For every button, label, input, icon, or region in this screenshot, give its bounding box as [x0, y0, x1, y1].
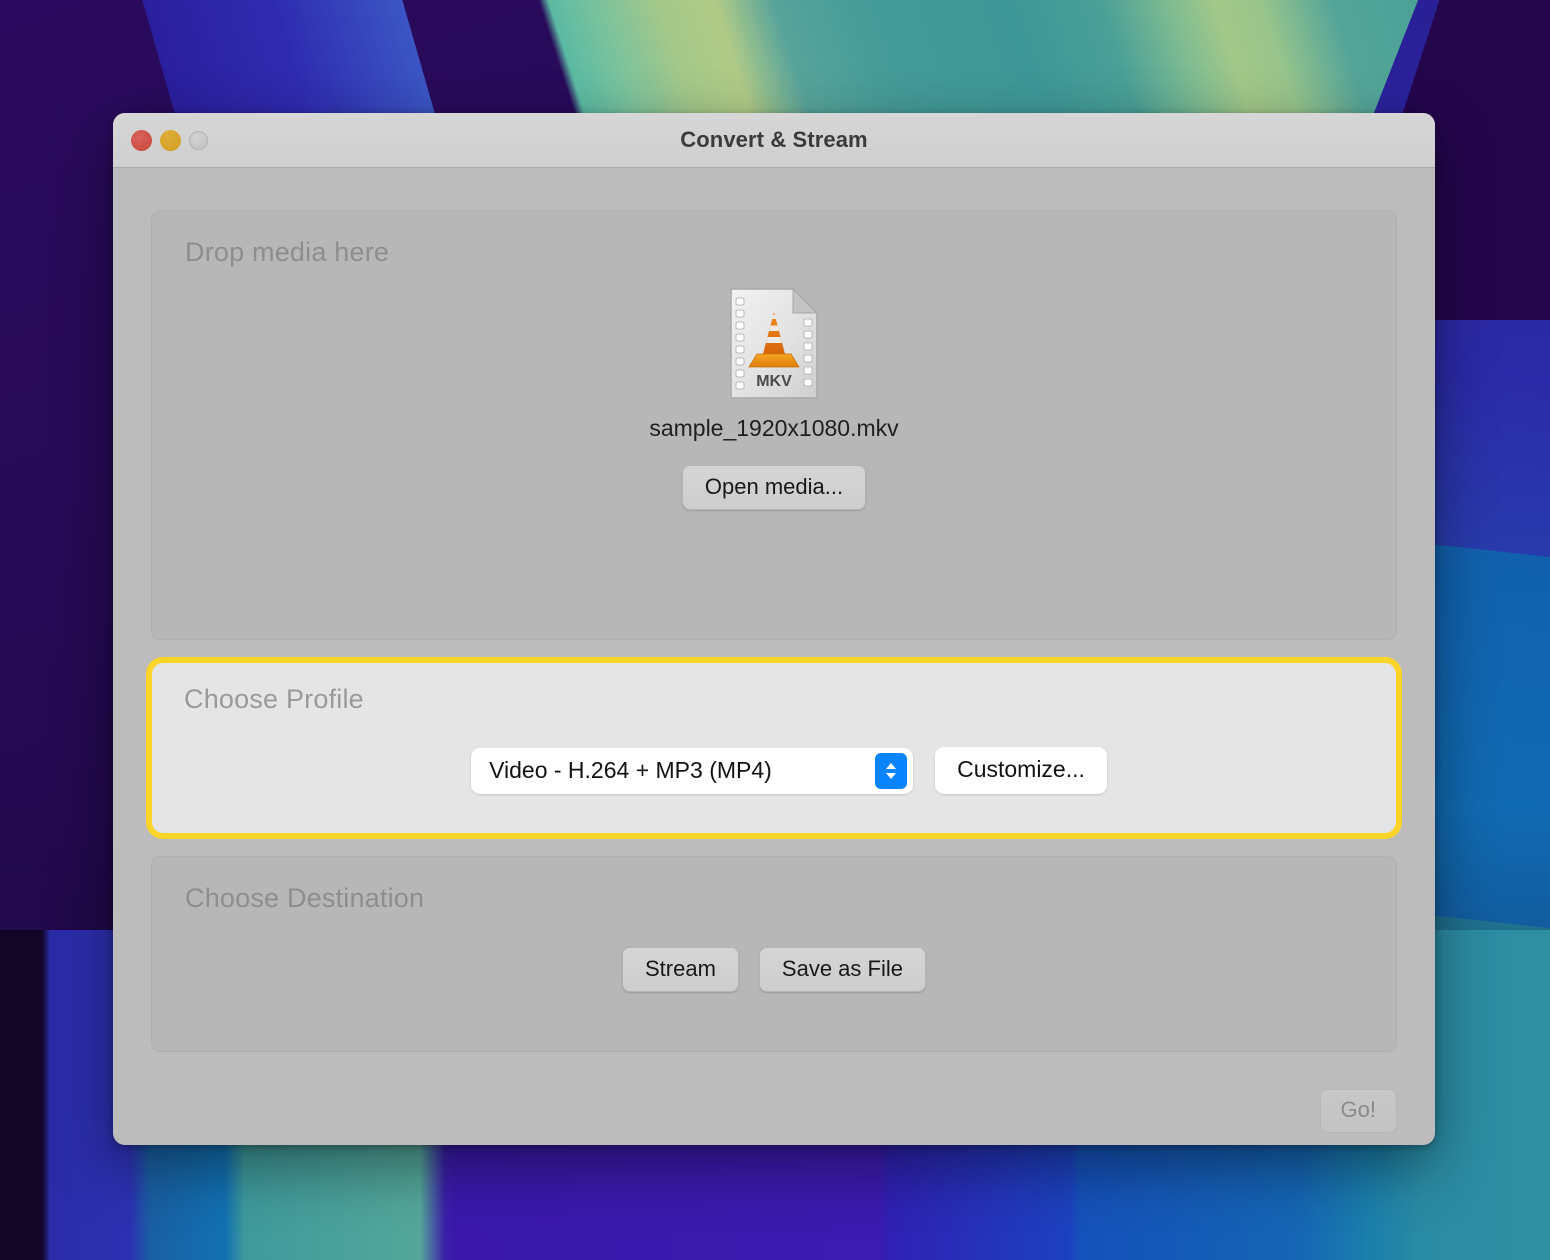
drop-media-panel[interactable]: Drop media here MKV sample_1920x1080.mkv… — [151, 210, 1397, 640]
window-footer: Go! — [151, 1052, 1397, 1145]
drop-media-title: Drop media here — [185, 237, 390, 267]
vlc-mkv-file-icon: MKV — [729, 286, 819, 401]
window-title: Convert & Stream — [680, 127, 868, 152]
choose-profile-title: Choose Profile — [184, 684, 364, 714]
destination-buttons-row: Stream Save as File — [152, 914, 1396, 1051]
profile-controls-row: Video - H.264 + MP3 (MP4) Customize... — [151, 715, 1397, 834]
traffic-light-buttons — [131, 129, 208, 151]
drop-media-content: MKV sample_1920x1080.mkv Open media... — [152, 268, 1396, 639]
profile-select[interactable]: Video - H.264 + MP3 (MP4) — [471, 747, 914, 794]
open-media-button[interactable]: Open media... — [681, 465, 867, 511]
customize-button[interactable]: Customize... — [935, 747, 1107, 794]
choose-profile-panel[interactable]: Choose Profile Video - H.264 + MP3 (MP4)… — [146, 657, 1402, 839]
window-content: Drop media here MKV sample_1920x1080.mkv… — [113, 168, 1435, 1145]
go-button[interactable]: Go! — [1319, 1089, 1397, 1133]
choose-destination-title: Choose Destination — [185, 883, 425, 913]
chevron-up-down-icon[interactable] — [875, 752, 908, 789]
convert-and-stream-window: Convert & Stream Drop media here MKV sam… — [113, 113, 1435, 1145]
window-titlebar[interactable]: Convert & Stream — [113, 113, 1435, 168]
desktop-background: Convert & Stream Drop media here MKV sam… — [0, 0, 1550, 1260]
close-window-button[interactable] — [131, 129, 152, 151]
stream-button[interactable]: Stream — [622, 946, 739, 993]
profile-select-value: Video - H.264 + MP3 (MP4) — [489, 757, 772, 783]
file-name-label: sample_1920x1080.mkv — [649, 415, 899, 441]
save-as-file-button[interactable]: Save as File — [758, 946, 926, 993]
file-type-label: MKV — [756, 373, 792, 390]
minimize-window-button[interactable] — [160, 129, 181, 151]
zoom-window-button[interactable] — [189, 130, 208, 150]
choose-destination-panel: Choose Destination Stream Save as File — [151, 856, 1397, 1052]
